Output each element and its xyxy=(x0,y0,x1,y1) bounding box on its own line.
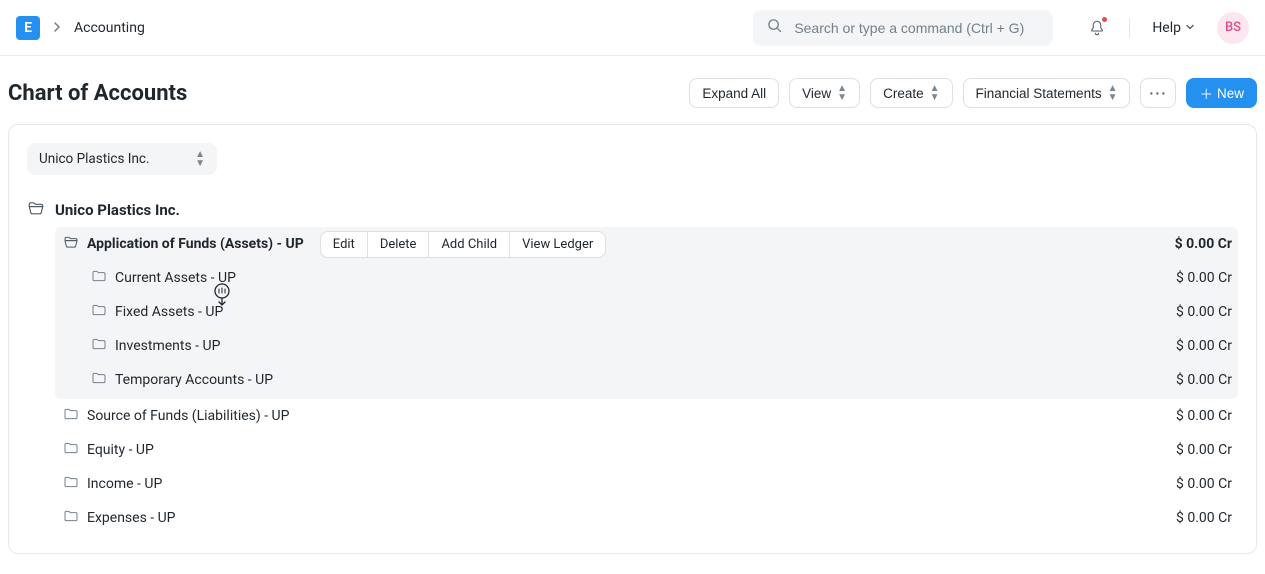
add-child-button[interactable]: Add Child xyxy=(429,232,510,257)
tree-node-label: Expenses - UP xyxy=(87,510,176,526)
tree-root-label: Unico Plastics Inc. xyxy=(55,201,180,219)
app-logo[interactable]: E xyxy=(16,16,40,40)
account-balance: $ 0.00 Cr xyxy=(1176,510,1232,526)
tree-node-label: Income - UP xyxy=(87,476,162,492)
tree-node[interactable]: Expenses - UP $ 0.00 Cr xyxy=(27,501,1238,535)
tree-node-label: Equity - UP xyxy=(87,442,154,458)
tree-node-label: Investments - UP xyxy=(115,338,220,354)
tree-root[interactable]: Unico Plastics Inc. xyxy=(27,197,1238,223)
sort-icon: ▲▼ xyxy=(837,84,847,102)
notification-dot-icon xyxy=(1102,17,1107,22)
tree-node[interactable]: Equity - UP $ 0.00 Cr xyxy=(27,433,1238,467)
sort-icon: ▲▼ xyxy=(195,150,205,168)
account-tree: Unico Plastics Inc. Application of Funds… xyxy=(27,197,1238,535)
tree-node[interactable]: Investments - UP $ 0.00 Cr xyxy=(55,329,1238,363)
help-button[interactable]: Help xyxy=(1148,16,1199,40)
topbar: E Accounting Help BS xyxy=(0,0,1265,56)
folder-icon xyxy=(91,302,107,322)
account-balance: $ 0.00 Cr xyxy=(1176,408,1232,424)
tree-node-label: Current Assets - UP xyxy=(115,270,236,286)
tree-node[interactable]: Current Assets - UP $ 0.00 Cr xyxy=(55,261,1238,295)
sort-icon: ▲▼ xyxy=(1108,84,1118,102)
accounts-card: Unico Plastics Inc. ▲▼ Unico Plastics In… xyxy=(8,124,1257,554)
ellipsis-icon: ··· xyxy=(1149,86,1167,101)
folder-icon xyxy=(63,440,79,460)
tree-node-label: Application of Funds (Assets) - UP xyxy=(87,236,304,252)
view-label: View xyxy=(802,86,831,101)
page-title: Chart of Accounts xyxy=(8,81,679,106)
account-balance: $ 0.00 Cr xyxy=(1176,372,1232,388)
new-button[interactable]: ＋ New xyxy=(1186,78,1257,108)
folder-icon xyxy=(91,268,107,288)
chevron-right-icon xyxy=(52,20,62,36)
account-balance: $ 0.00 Cr xyxy=(1176,442,1232,458)
selected-group: Application of Funds (Assets) - UP Edit … xyxy=(55,227,1238,399)
create-button[interactable]: Create ▲▼ xyxy=(870,78,952,108)
row-actions: Edit Delete Add Child View Ledger xyxy=(320,231,606,258)
tree-node[interactable]: Fixed Assets - UP $ 0.00 Cr xyxy=(55,295,1238,329)
help-label: Help xyxy=(1152,20,1181,36)
search-wrap[interactable] xyxy=(753,10,1053,46)
folder-icon xyxy=(63,474,79,494)
account-balance: $ 0.00 Cr xyxy=(1176,304,1232,320)
tree-node[interactable]: Source of Funds (Liabilities) - UP $ 0.0… xyxy=(27,399,1238,433)
folder-icon xyxy=(63,508,79,528)
delete-button[interactable]: Delete xyxy=(368,232,430,257)
tree-node-label: Temporary Accounts - UP xyxy=(115,372,273,388)
page-header: Chart of Accounts Expand All View ▲▼ Cre… xyxy=(8,68,1257,124)
tree-node-label: Source of Funds (Liabilities) - UP xyxy=(87,408,289,424)
chevron-down-icon xyxy=(1185,20,1195,36)
view-ledger-button[interactable]: View Ledger xyxy=(510,232,605,257)
breadcrumb[interactable]: Accounting xyxy=(74,20,145,36)
company-select-value: Unico Plastics Inc. xyxy=(39,151,150,167)
search-input[interactable] xyxy=(792,19,1039,37)
page: Chart of Accounts Expand All View ▲▼ Cre… xyxy=(0,56,1265,574)
account-balance: $ 0.00 Cr xyxy=(1176,338,1232,354)
folder-open-icon xyxy=(27,199,45,221)
folder-icon xyxy=(91,336,107,356)
more-button[interactable]: ··· xyxy=(1140,78,1176,108)
avatar[interactable]: BS xyxy=(1217,12,1249,44)
folder-icon xyxy=(63,406,79,426)
plus-icon: ＋ xyxy=(1199,83,1213,103)
account-balance: $ 0.00 Cr xyxy=(1175,236,1232,252)
tree-node-label: Fixed Assets - UP xyxy=(115,304,223,320)
view-button[interactable]: View ▲▼ xyxy=(789,78,860,108)
tree-node[interactable]: Temporary Accounts - UP $ 0.00 Cr xyxy=(55,363,1238,397)
financial-statements-button[interactable]: Financial Statements ▲▼ xyxy=(963,78,1131,108)
tree-node-selected[interactable]: Application of Funds (Assets) - UP Edit … xyxy=(55,227,1238,261)
financial-statements-label: Financial Statements xyxy=(976,86,1102,101)
create-label: Create xyxy=(883,86,924,101)
sort-icon: ▲▼ xyxy=(930,84,940,102)
expand-all-button[interactable]: Expand All xyxy=(689,78,779,108)
edit-button[interactable]: Edit xyxy=(321,232,368,257)
new-label: New xyxy=(1217,86,1244,101)
tree-node[interactable]: Income - UP $ 0.00 Cr xyxy=(27,467,1238,501)
account-balance: $ 0.00 Cr xyxy=(1176,476,1232,492)
company-select[interactable]: Unico Plastics Inc. ▲▼ xyxy=(27,143,217,175)
notifications-button[interactable] xyxy=(1083,14,1111,42)
folder-open-icon xyxy=(63,234,79,254)
account-balance: $ 0.00 Cr xyxy=(1176,270,1232,286)
search-icon xyxy=(767,18,782,37)
divider xyxy=(1129,18,1130,38)
folder-icon xyxy=(91,370,107,390)
